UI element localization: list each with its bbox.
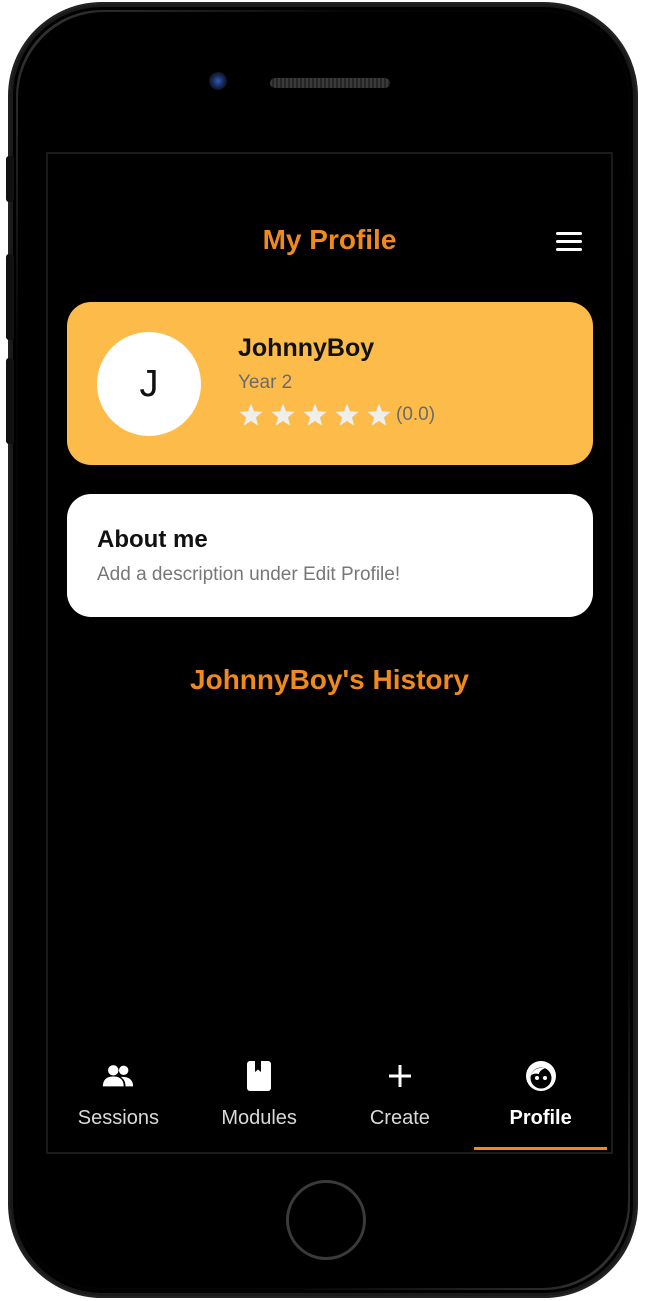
rating-value: (0.0) bbox=[396, 404, 436, 425]
nav-item-create[interactable]: Create bbox=[330, 1049, 471, 1152]
star-icon bbox=[367, 403, 391, 426]
app-screen: My Profile J JohnnyBoy Year 2 (0.0) Abou… bbox=[46, 152, 613, 1154]
star-icon bbox=[303, 403, 327, 426]
avatar: J bbox=[97, 332, 201, 436]
front-camera bbox=[209, 72, 227, 90]
earpiece-speaker bbox=[270, 78, 390, 88]
page-title: My Profile bbox=[262, 224, 397, 255]
rating: (0.0) bbox=[238, 402, 435, 428]
avatar-initial: J bbox=[139, 362, 159, 405]
nav-item-modules[interactable]: Modules bbox=[189, 1049, 330, 1152]
star-icon bbox=[335, 403, 359, 426]
profile-year: Year 2 bbox=[238, 372, 293, 393]
plus-icon bbox=[383, 1059, 417, 1093]
hamburger-menu-icon[interactable] bbox=[556, 232, 584, 254]
about-title: About me bbox=[97, 526, 208, 553]
mute-switch bbox=[6, 156, 14, 202]
profile-username: JohnnyBoy bbox=[238, 334, 375, 362]
about-description: Add a description under Edit Profile! bbox=[97, 564, 401, 585]
profile-card: J JohnnyBoy Year 2 (0.0) bbox=[67, 302, 593, 465]
nav-item-profile[interactable]: Profile bbox=[470, 1049, 611, 1152]
nav-label-create: Create bbox=[369, 1107, 430, 1129]
face-icon bbox=[524, 1059, 558, 1093]
home-button[interactable] bbox=[286, 1180, 366, 1260]
volume-up-button bbox=[6, 254, 14, 340]
history-title: JohnnyBoy's History bbox=[190, 664, 469, 695]
about-card: About me Add a description under Edit Pr… bbox=[67, 494, 593, 617]
star-icon bbox=[271, 403, 295, 426]
book-icon bbox=[242, 1059, 276, 1093]
nav-label-sessions: Sessions bbox=[77, 1107, 159, 1129]
active-tab-indicator bbox=[474, 1147, 607, 1150]
volume-down-button bbox=[6, 358, 14, 444]
people-icon bbox=[101, 1059, 135, 1093]
nav-label-profile: Profile bbox=[509, 1107, 572, 1129]
bottom-nav: Sessions Modules Create Profile bbox=[48, 1049, 611, 1152]
nav-label-modules: Modules bbox=[221, 1107, 297, 1129]
nav-item-sessions[interactable]: Sessions bbox=[48, 1049, 189, 1152]
star-icon bbox=[239, 403, 263, 426]
